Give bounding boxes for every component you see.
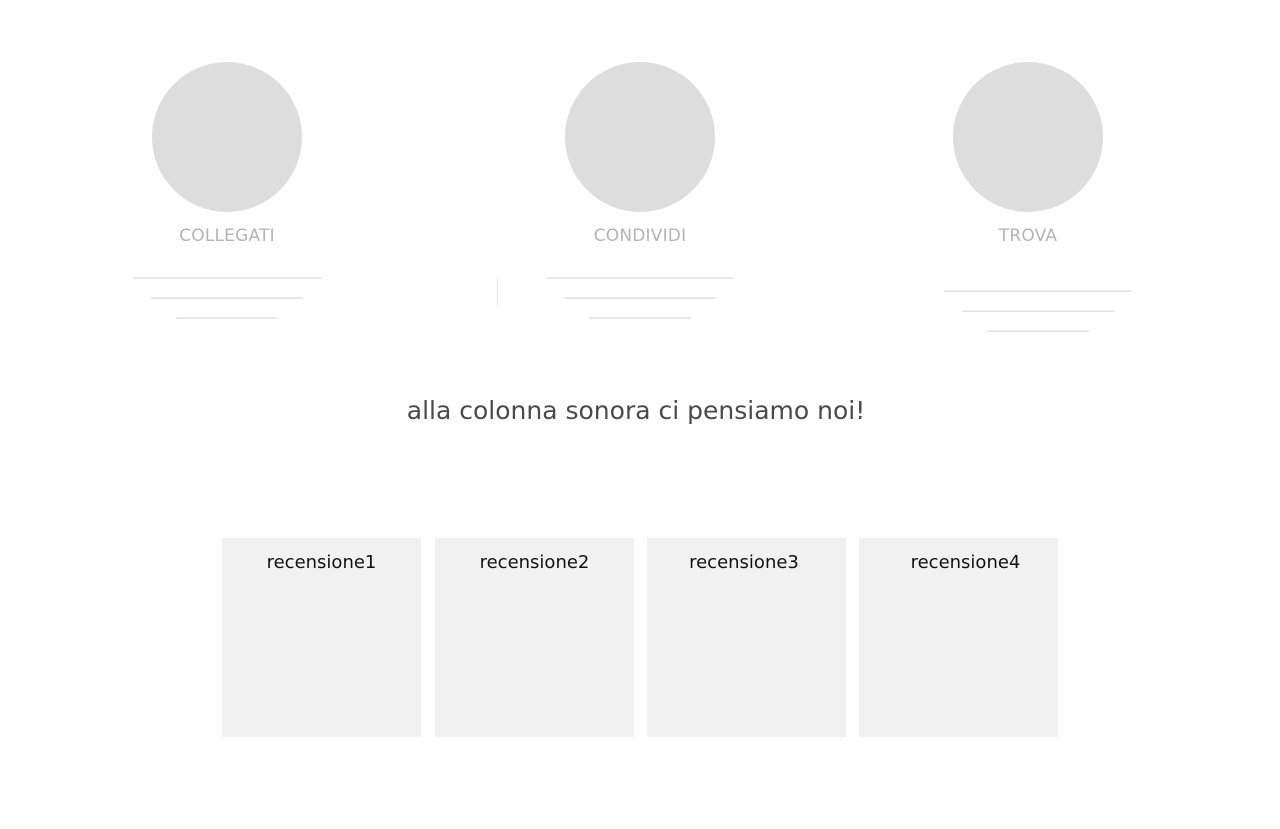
feature-label: TROVA — [998, 226, 1058, 246]
review-title: recensione1 — [266, 552, 377, 573]
feature-image-placeholder — [953, 62, 1103, 212]
feature-label: CONDIVIDI — [593, 226, 687, 246]
text-placeholder-line: _____________________ — [962, 297, 1114, 312]
feature-image-placeholder — [565, 62, 715, 212]
text-placeholder-line: __________________________ — [944, 277, 1132, 292]
review-card[interactable]: recensione4 — [859, 538, 1058, 737]
review-title: recensione2 — [479, 552, 590, 573]
feature-label: COLLEGATI — [179, 226, 275, 246]
review-card[interactable]: recensione2 — [435, 538, 634, 737]
text-placeholder-line: _____________________ — [564, 284, 716, 299]
review-card[interactable]: recensione1 — [222, 538, 421, 737]
text-placeholder-line: __________________________ — [546, 264, 734, 279]
feature-collegati: COLLEGATI __________________________ ___… — [77, 62, 377, 322]
text-placeholder-line: __________________________ — [133, 264, 321, 279]
text-placeholder-line: ______________ — [589, 304, 691, 319]
review-card[interactable]: recensione3 — [647, 538, 846, 737]
text-placeholder-line: _____________________ — [151, 284, 303, 299]
feature-condividi: CONDIVIDI __________________________ ___… — [490, 62, 790, 322]
feature-image-placeholder — [152, 62, 302, 212]
review-title: recensione3 — [689, 552, 799, 573]
text-placeholder-line: ______________ — [176, 304, 278, 319]
text-placeholder-line: ______________ — [987, 317, 1089, 332]
review-title: recensione4 — [910, 552, 1021, 573]
feature-trova: TROVA __________________________ _______… — [878, 62, 1178, 335]
tagline: alla colonna sonora ci pensiamo noi! — [406, 396, 866, 425]
